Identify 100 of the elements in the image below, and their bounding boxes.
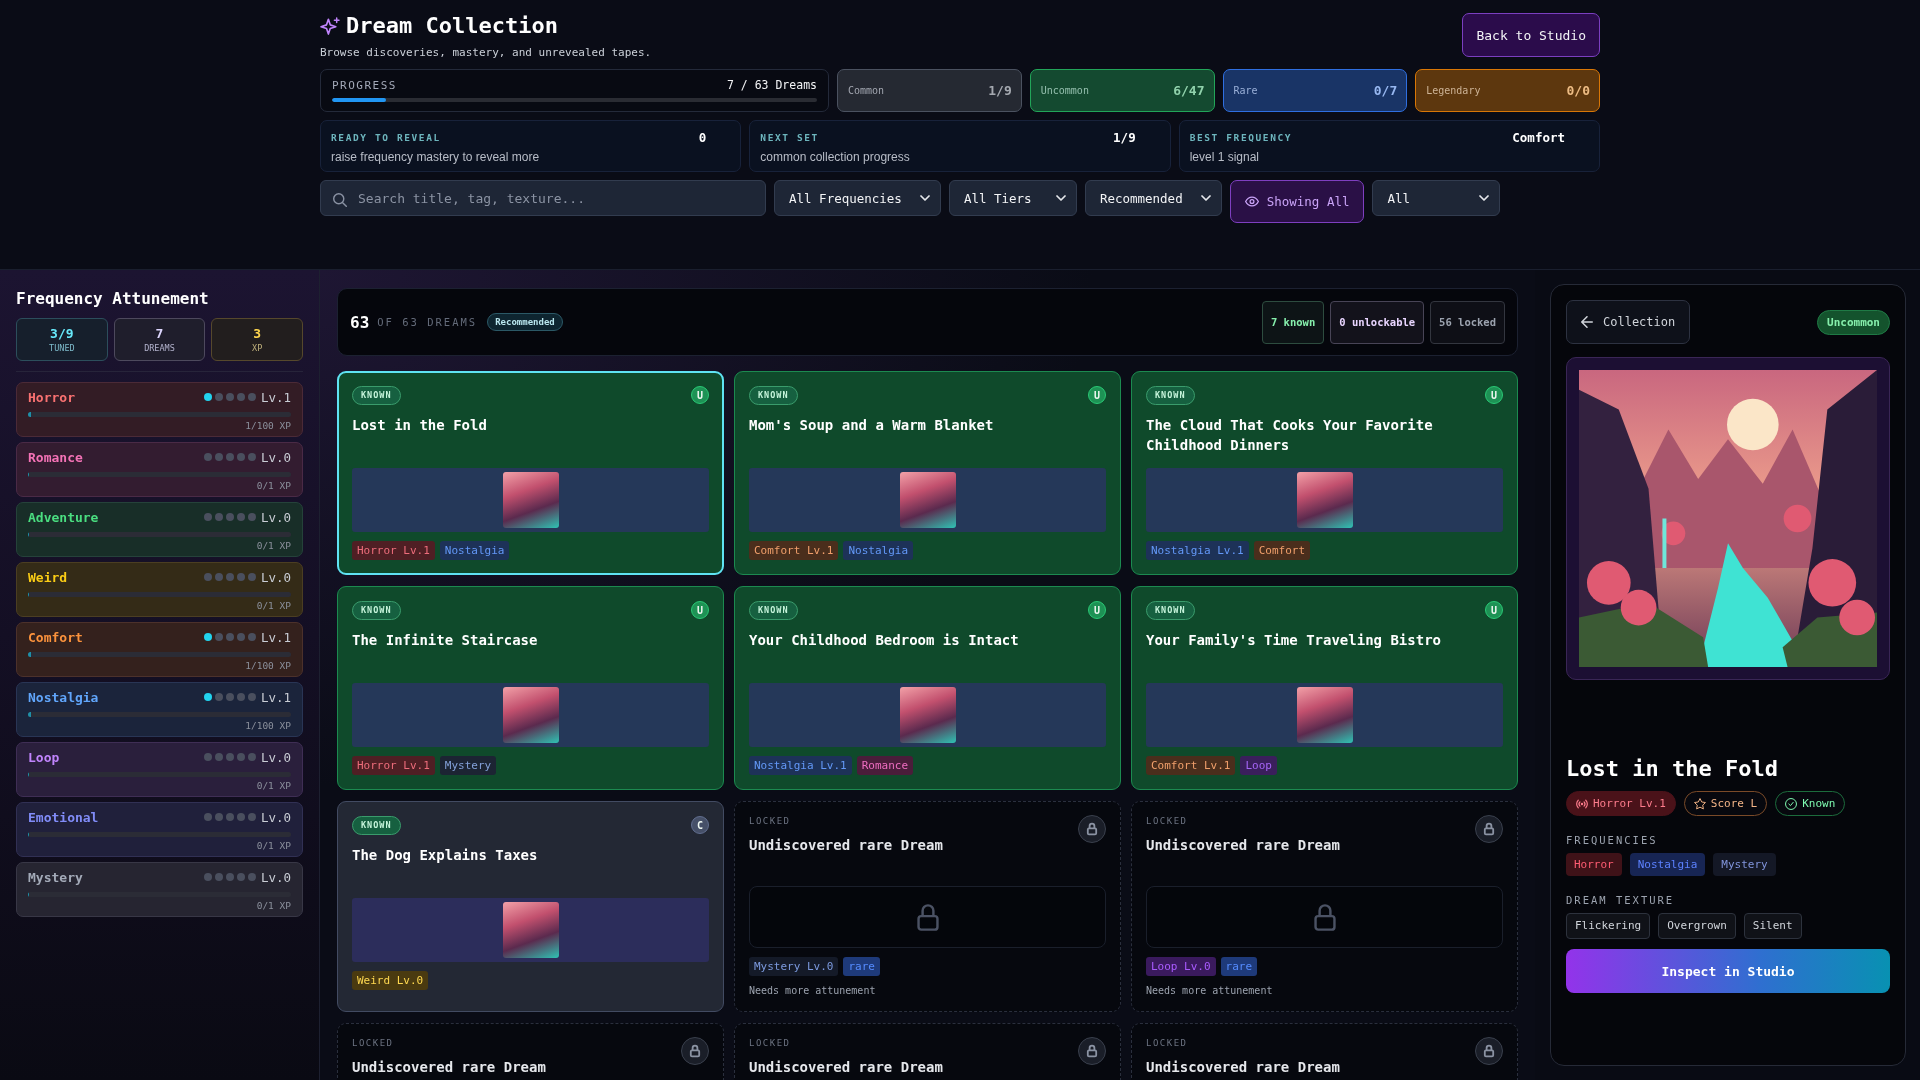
attunement-note: Needs more attunement [749, 985, 876, 997]
level-dot-icon [247, 513, 256, 521]
status-label: LOCKED [1146, 1037, 1188, 1049]
filter-dropdown[interactable]: All Tiers [948, 180, 1077, 216]
lock-icon [1475, 815, 1503, 843]
xp-count: 0/1 XP [256, 480, 291, 492]
frequency-tag: Loop [1240, 756, 1277, 775]
eye-icon [1244, 196, 1259, 207]
frequency-tag: Comfort Lv.1 [749, 541, 839, 560]
xp-count: 0/1 XP [256, 900, 291, 912]
frequency-tag: rare [1220, 957, 1258, 976]
frequency-item[interactable]: Emotional Lv.0 0/1 XP [16, 802, 303, 857]
level-dot-icon [225, 633, 234, 641]
star-icon [1693, 797, 1706, 810]
frequency-tag: Mystery [1713, 853, 1776, 876]
status-count: 0 unlockable [1330, 300, 1425, 344]
dream-card[interactable]: LOCKED Undiscovered rare Dream [1131, 1023, 1518, 1080]
frequency-tag: Nostalgia [1629, 853, 1706, 876]
back-to-collection-button[interactable]: Collection [1566, 300, 1691, 344]
dream-title: Lost in the Fold [352, 416, 487, 435]
filter-dropdown[interactable]: All [1372, 180, 1501, 216]
tier-label: Common [848, 85, 885, 96]
level-dot-icon [214, 453, 223, 461]
xp-count: 0/1 XP [256, 780, 291, 792]
frequency-item[interactable]: Comfort Lv.1 1/100 XP [16, 622, 303, 677]
info-description: level 1 signal [1189, 150, 1260, 164]
status-count: 56 locked [1430, 300, 1505, 344]
progress-label: PROGRESS [332, 78, 397, 92]
level-dot-icon [225, 393, 234, 401]
frequency-item[interactable]: Mystery Lv.0 0/1 XP [16, 862, 303, 917]
lock-icon [681, 1037, 709, 1065]
stat-label: XP [252, 342, 263, 354]
filter-dropdown[interactable]: All Frequencies [774, 180, 941, 216]
dream-title: The Cloud That Cooks Your Favorite Childhood Dinners [1146, 416, 1434, 455]
frequency-name: Comfort [28, 629, 83, 645]
page-subtitle: Browse discoveries, mastery, and unrevealed tapes. [320, 46, 652, 60]
status-badge: KNOWN [352, 385, 401, 405]
progress-count: 7 / 63 Dreams [727, 78, 817, 92]
dream-card[interactable]: KNOWN U The Infinite Staircase Horror Lv.1 Mystery [337, 586, 724, 790]
dream-card[interactable]: LOCKED Undiscovered rare Dream Mystery Lv.0 rare Needs more attunement [734, 801, 1121, 1012]
dream-title: The Infinite Staircase [352, 631, 538, 650]
dream-card[interactable]: KNOWN U Mom's Soup and a Warm Blanket Comfort Lv.1 Nostalgia [734, 371, 1121, 575]
chevron-down-icon [919, 195, 930, 201]
info-label: READY TO REVEAL [331, 131, 441, 144]
info-description: common collection progress [760, 150, 910, 164]
dream-card[interactable]: KNOWN C The Dog Explains Taxes Weird Lv.0 [337, 801, 724, 1012]
inspect-in-studio-button[interactable]: Inspect in Studio [1566, 949, 1890, 993]
dream-card[interactable]: LOCKED Undiscovered rare Dream Loop Lv.0 rare Needs more attunement [1131, 801, 1518, 1012]
level-dot-icon [236, 513, 245, 521]
level-dot-icon [247, 393, 256, 401]
dream-card[interactable]: LOCKED Undiscovered rare Dream [734, 1023, 1121, 1080]
frequency-tag: Romance [856, 756, 914, 775]
section-label: DREAM TEXTURE [1566, 894, 1675, 907]
level-dot-icon [214, 573, 223, 581]
dream-count: 63 [350, 312, 370, 332]
badge-label: Horror Lv.1 [1593, 797, 1666, 810]
frequency-name: Loop [28, 749, 60, 765]
dream-title: Undiscovered rare Dream [352, 1058, 546, 1076]
frequency-tag: Comfort Lv.1 [1146, 756, 1236, 775]
level-dot-icon [214, 693, 223, 701]
dream-title: Undiscovered rare Dream [749, 836, 943, 854]
level-dot-icon [236, 693, 245, 701]
texture-tag: Overgrown [1658, 913, 1736, 939]
frequency-item[interactable]: Loop Lv.0 0/1 XP [16, 742, 303, 797]
visibility-toggle[interactable]: Showing All [1229, 180, 1365, 223]
dream-card[interactable]: KNOWN U Your Childhood Bedroom is Intact Nostalgia Lv.1 Romance [734, 586, 1121, 790]
search-field[interactable]: Search title, tag, texture... [320, 180, 766, 216]
level-dot-icon [225, 753, 234, 761]
dream-card[interactable]: LOCKED Undiscovered rare Dream [337, 1023, 724, 1080]
level-dot-icon [214, 633, 223, 641]
frequency-item[interactable]: Adventure Lv.0 0/1 XP [16, 502, 303, 557]
frequency-item[interactable]: Weird Lv.0 0/1 XP [16, 562, 303, 617]
level-dot-icon [236, 453, 245, 461]
level-dot-icon [225, 573, 234, 581]
filter-dropdown[interactable]: Recommended [1084, 180, 1222, 216]
level-dot-icon [236, 393, 245, 401]
dream-card[interactable]: KNOWN U The Cloud That Cooks Your Favorite Childhood Dinners Nostalgia Lv.1 Comfort [1131, 371, 1518, 575]
dream-card[interactable]: KNOWN U Lost in the Fold Horror Lv.1 Nostalgia [337, 371, 724, 575]
frequency-tag: Mystery [439, 756, 497, 775]
rarity-badge: U [1088, 386, 1106, 404]
level-dot-icon [203, 393, 212, 401]
stat-value: 7 [155, 325, 164, 341]
frequency-item[interactable]: Nostalgia Lv.1 1/100 XP [16, 682, 303, 737]
frequency-name: Horror [28, 389, 75, 405]
stat-value: 3/9 [50, 325, 74, 341]
level-dot-icon [214, 813, 223, 821]
frequency-item[interactable]: Horror Lv.1 1/100 XP [16, 382, 303, 437]
status-label: LOCKED [749, 1037, 791, 1049]
chevron-down-icon [1055, 195, 1066, 201]
frequency-item[interactable]: Romance Lv.0 0/1 XP [16, 442, 303, 497]
level-dot-icon [225, 513, 234, 521]
tier-count: 0/7 [1373, 83, 1398, 98]
attunement-note: Needs more attunement [1146, 985, 1273, 997]
frequency-tag: Comfort [1253, 541, 1311, 560]
frequency-tag: Nostalgia [843, 541, 914, 560]
dream-card[interactable]: KNOWN U Your Family's Time Traveling Bistro Comfort Lv.1 Loop [1131, 586, 1518, 790]
frequency-tag: Nostalgia Lv.1 [1146, 541, 1249, 560]
xp-count: 1/100 XP [245, 720, 291, 732]
image-placeholder [1296, 472, 1353, 528]
back-to-studio-button[interactable]: Back to Studio [1462, 13, 1600, 57]
